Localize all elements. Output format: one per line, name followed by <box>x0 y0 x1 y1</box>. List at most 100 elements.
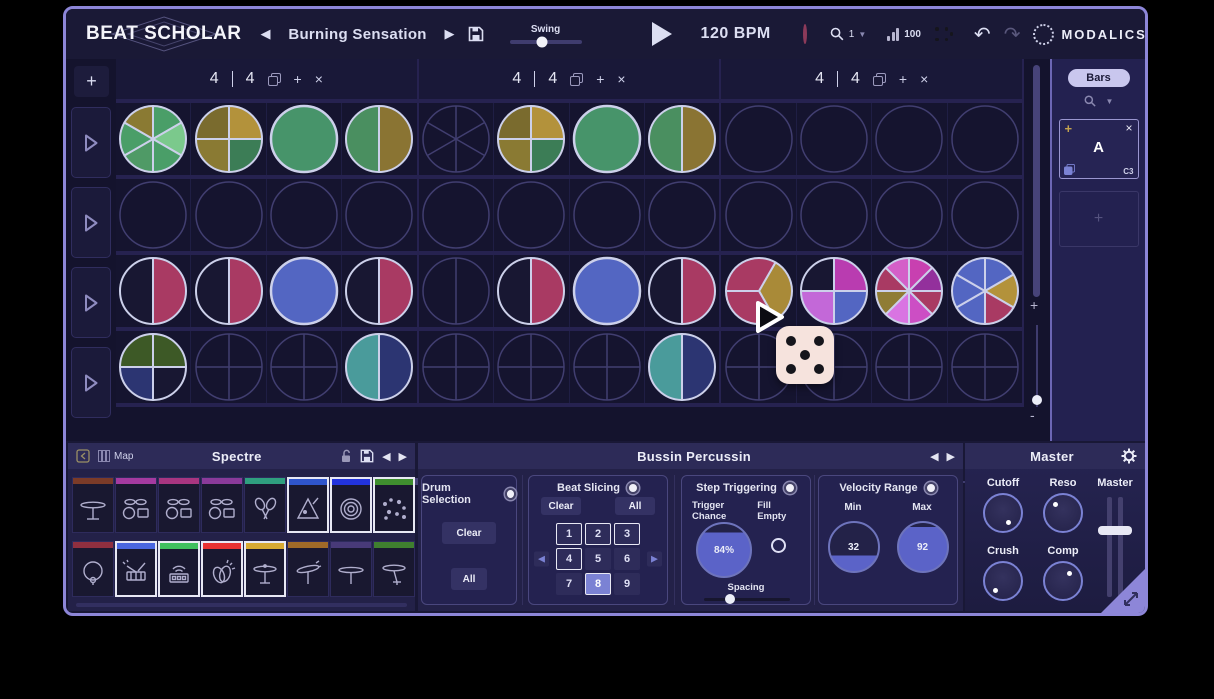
pad-r2-c6[interactable] <box>494 179 569 251</box>
pad-r3-c10[interactable] <box>797 255 872 327</box>
remove-section-button[interactable]: × <box>920 71 928 87</box>
slice-number-6[interactable]: 6 <box>614 548 640 570</box>
slice-number-8[interactable]: 8 <box>585 573 611 595</box>
quantize-control[interactable]: 1 ▼ <box>830 27 866 42</box>
slice-number-9[interactable]: 9 <box>614 573 640 595</box>
swing-slider[interactable] <box>510 40 582 44</box>
add-section-button[interactable]: + <box>294 71 302 87</box>
pad-r1-c1[interactable] <box>116 103 191 175</box>
add-row-button[interactable]: + <box>74 66 109 97</box>
velocity-min-knob[interactable]: 32 <box>828 521 880 573</box>
pad-r4-c1[interactable] <box>116 331 191 403</box>
pad-r1-c9[interactable] <box>721 103 796 175</box>
zoom-out-v-button[interactable]: - <box>1030 407 1035 423</box>
slice-number-1[interactable]: 1 <box>556 523 582 545</box>
trigger-chance-knob[interactable]: 84% <box>696 522 752 578</box>
pad-r2-c5[interactable] <box>419 179 494 251</box>
pad-r2-c10[interactable] <box>797 179 872 251</box>
bar-duplicate-icon[interactable] <box>1064 164 1075 175</box>
pad-r1-c6[interactable] <box>494 103 569 175</box>
slice-number-5[interactable]: 5 <box>585 548 611 570</box>
pad-r2-c3[interactable] <box>267 179 342 251</box>
volume-control[interactable]: 100 <box>887 28 921 41</box>
save-kit-button[interactable] <box>360 449 374 463</box>
duplicate-section-icon[interactable] <box>873 73 886 86</box>
chevron-down-icon[interactable]: ▼ <box>858 30 866 39</box>
pad-r4-c11[interactable] <box>872 331 947 403</box>
pad-r3-c4[interactable] <box>342 255 416 327</box>
velocity-max-knob[interactable]: 92 <box>897 521 949 573</box>
time-sig-numerator[interactable]: 4 <box>512 70 521 88</box>
pad-r3-c2[interactable] <box>191 255 266 327</box>
pad-r4-c5[interactable] <box>419 331 494 403</box>
pattern-title[interactable]: Burning Sensation <box>284 26 432 43</box>
drum-tile-bottom-2-snare[interactable] <box>115 541 157 597</box>
row-play-button-4[interactable] <box>71 347 111 418</box>
prev-pattern-button[interactable]: ◀ <box>261 26 271 42</box>
pad-r1-c2[interactable] <box>191 103 266 175</box>
time-sig-numerator[interactable]: 4 <box>815 70 824 88</box>
time-sig-numerator[interactable]: 4 <box>210 70 219 88</box>
pad-r3-c11[interactable] <box>872 255 947 327</box>
map-toggle[interactable]: Map <box>98 450 133 462</box>
add-section-button[interactable]: + <box>596 71 604 87</box>
drum-tile-top-5-shakers[interactable] <box>244 477 286 533</box>
pad-r1-c12[interactable] <box>948 103 1022 175</box>
v-zoom-handle[interactable] <box>1032 395 1042 405</box>
vertical-scrollbar[interactable] <box>1033 65 1040 297</box>
time-sig-denominator[interactable]: 4 <box>851 70 860 88</box>
swing-slider-handle[interactable] <box>536 37 547 48</box>
drum-tile-top-8-sparkles[interactable] <box>373 477 415 533</box>
pad-r1-c8[interactable] <box>645 103 719 175</box>
pad-r2-c9[interactable] <box>721 179 796 251</box>
master-knob-crush[interactable] <box>983 561 1023 601</box>
master-fader-handle[interactable] <box>1098 526 1132 535</box>
step-triggering-led[interactable] <box>784 482 796 494</box>
drum-tile-top-3-drumkit[interactable] <box>158 477 200 533</box>
v-zoom-slider[interactable] <box>1036 325 1038 407</box>
bar-add-icon[interactable]: + <box>1065 121 1073 136</box>
add-bar-button[interactable]: + <box>1059 191 1139 247</box>
zoom-in-v-button[interactable]: + <box>1030 297 1038 313</box>
next-kit-button[interactable]: ▶ <box>399 450 407 463</box>
drum-tile-top-1-cymbal[interactable] <box>72 477 114 533</box>
velocity-range-led[interactable] <box>925 482 937 494</box>
drum-tile-top-6-triangle[interactable] <box>287 477 329 533</box>
master-knob-reso[interactable] <box>1043 493 1083 533</box>
pad-r2-c2[interactable] <box>191 179 266 251</box>
pad-r3-c7[interactable] <box>570 255 645 327</box>
prev-percussion-button[interactable]: ◀ <box>930 450 938 463</box>
duplicate-section-icon[interactable] <box>268 73 281 86</box>
pad-r1-c5[interactable] <box>419 103 494 175</box>
slice-all-button[interactable]: All <box>615 497 655 515</box>
drum-tile-bottom-6-crash[interactable] <box>287 541 329 597</box>
drum-clear-button[interactable]: Clear <box>442 522 496 544</box>
drum-tile-top-4-drumkit[interactable] <box>201 477 243 533</box>
drum-tile-bottom-7-ride[interactable] <box>330 541 372 597</box>
time-sig-denominator[interactable]: 4 <box>548 70 557 88</box>
pad-r1-c11[interactable] <box>872 103 947 175</box>
master-knob-cutoff[interactable] <box>983 493 1023 533</box>
collapse-panel-icon[interactable] <box>76 449 90 463</box>
pad-r2-c8[interactable] <box>645 179 719 251</box>
bars-panel-title[interactable]: Bars <box>1068 69 1130 87</box>
pad-r4-c4[interactable] <box>342 331 416 403</box>
spacing-handle[interactable] <box>725 594 735 604</box>
remove-section-button[interactable]: × <box>315 71 323 87</box>
slice-next-button[interactable]: ▶ <box>647 552 662 567</box>
drum-tile-bottom-5-hihat[interactable] <box>244 541 286 597</box>
slice-number-2[interactable]: 2 <box>585 523 611 545</box>
pad-r3-c3[interactable] <box>267 255 342 327</box>
slice-number-7[interactable]: 7 <box>556 573 582 595</box>
pad-r2-c7[interactable] <box>570 179 645 251</box>
duplicate-section-icon[interactable] <box>570 73 583 86</box>
pad-r1-c7[interactable] <box>570 103 645 175</box>
row-play-button-2[interactable] <box>71 187 111 258</box>
slice-number-3[interactable]: 3 <box>614 523 640 545</box>
beat-slicing-led[interactable] <box>627 482 639 494</box>
bar-item-A[interactable]: +×AC3 <box>1059 119 1139 179</box>
pad-r4-c12[interactable] <box>948 331 1022 403</box>
next-percussion-button[interactable]: ▶ <box>947 450 955 463</box>
drum-tile-bottom-3-pad[interactable] <box>158 541 200 597</box>
row-play-button-3[interactable] <box>71 267 111 338</box>
